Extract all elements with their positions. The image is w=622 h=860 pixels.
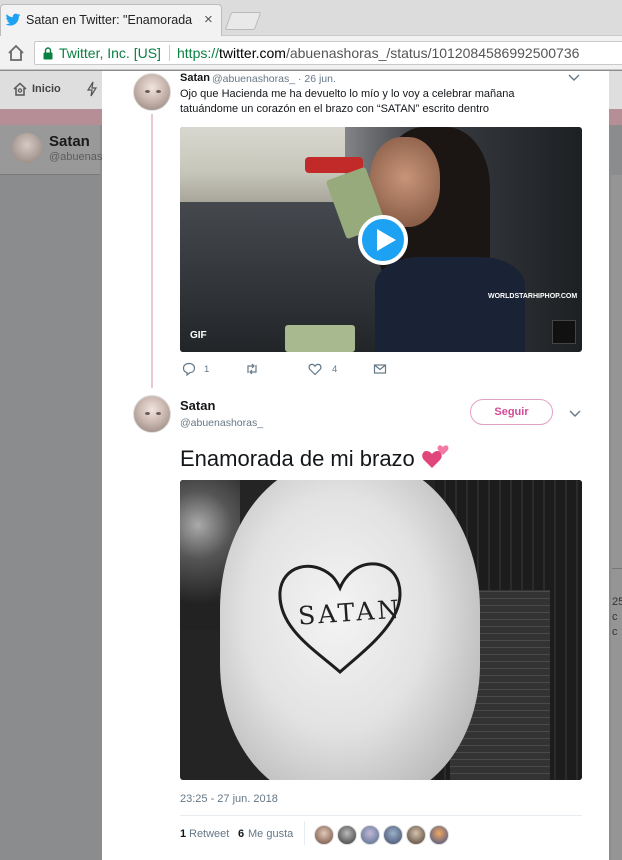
divider (180, 815, 582, 816)
background-column (611, 175, 622, 860)
nav-home-label[interactable]: Inicio (32, 83, 61, 95)
url-host: twitter.com (219, 45, 286, 61)
watermark-logo (552, 320, 576, 344)
two-hearts-icon (422, 445, 449, 468)
gif-media[interactable]: WORLDSTARHIPHOP.COM GIF (180, 127, 582, 352)
new-tab-button[interactable] (224, 12, 262, 30)
chevron-down-icon[interactable] (568, 73, 580, 83)
divider (304, 821, 305, 845)
lock-icon (43, 47, 53, 60)
like-icon[interactable] (308, 362, 322, 376)
twitter-bird-icon (5, 13, 21, 26)
main-tweet-handle[interactable]: @abuenashoras_ (180, 417, 263, 429)
parent-tweet-meta[interactable]: @abuenashoras_ · 26 jun. (212, 73, 336, 85)
main-tweet-name[interactable]: Satan (180, 398, 215, 413)
thread-line (151, 114, 153, 388)
retweets-count[interactable]: 1 (180, 828, 186, 840)
tweet-modal: Satan @abuenashoras_ · 26 jun. Ojo que H… (102, 71, 609, 860)
liker-avatar[interactable] (314, 825, 334, 845)
url-path: /abuenashoras_/status/101208458699250073… (285, 45, 580, 61)
avatar[interactable] (12, 133, 42, 163)
url-divider (169, 45, 170, 61)
avatar[interactable] (133, 395, 171, 433)
background-fragment-text: 25 c c (612, 596, 622, 638)
toolbar: Twitter, Inc. [US] https://twitter.com/a… (0, 36, 622, 70)
browser-tab[interactable]: Satan en Twitter: "Enamorada × (0, 4, 222, 36)
bolt-icon[interactable] (86, 81, 98, 97)
retweet-icon[interactable] (245, 362, 259, 376)
parent-tweet-text: Ojo que Hacienda me ha devuelto lo mío y… (180, 88, 515, 115)
divider (612, 568, 622, 569)
tweet-timestamp[interactable]: 23:25 - 27 jun. 2018 (180, 793, 278, 805)
liker-avatar[interactable] (360, 825, 380, 845)
tab-close-icon[interactable]: × (204, 11, 213, 28)
like-count: 4 (332, 364, 338, 375)
likes-count[interactable]: 6 (238, 828, 244, 840)
gif-badge: GIF (190, 330, 207, 341)
liker-avatar[interactable] (383, 825, 403, 845)
address-bar[interactable]: Twitter, Inc. [US] https://twitter.com/a… (34, 41, 622, 65)
tweet-text: Enamorada de mi brazo (180, 446, 415, 471)
chevron-down-icon[interactable] (569, 409, 581, 419)
play-button[interactable] (358, 215, 408, 265)
tweet-photo[interactable]: SATAN (180, 480, 582, 780)
likes-label[interactable]: Me gusta (248, 828, 293, 840)
profile-handle: @abuenas (49, 151, 103, 163)
home-icon[interactable] (12, 81, 28, 97)
liker-avatar[interactable] (337, 825, 357, 845)
message-icon[interactable] (373, 362, 387, 376)
url-protocol: https:// (177, 45, 220, 61)
gif-watermark: WORLDSTARHIPHOP.COM (488, 293, 578, 300)
liker-avatar[interactable] (429, 825, 449, 845)
play-icon (377, 229, 396, 251)
tab-title: Satan en Twitter: "Enamorada (26, 13, 193, 27)
tab-strip: Satan en Twitter: "Enamorada × (0, 0, 622, 36)
liker-avatar[interactable] (406, 825, 426, 845)
parent-tweet-name[interactable]: Satan (180, 72, 210, 84)
secure-org-label: Twitter, Inc. [US] (59, 45, 161, 61)
reply-count: 1 (204, 364, 210, 375)
follow-button[interactable]: Seguir (470, 399, 553, 425)
reply-icon[interactable] (182, 362, 196, 376)
retweets-label[interactable]: Retweet (189, 828, 229, 840)
parent-tweet-actions: 1 4 (182, 362, 402, 378)
avatar[interactable] (133, 73, 171, 111)
home-icon[interactable] (6, 43, 26, 63)
url-text: https://twitter.com/abuenashoras_/status… (177, 45, 579, 61)
profile-name[interactable]: Satan (49, 133, 90, 150)
